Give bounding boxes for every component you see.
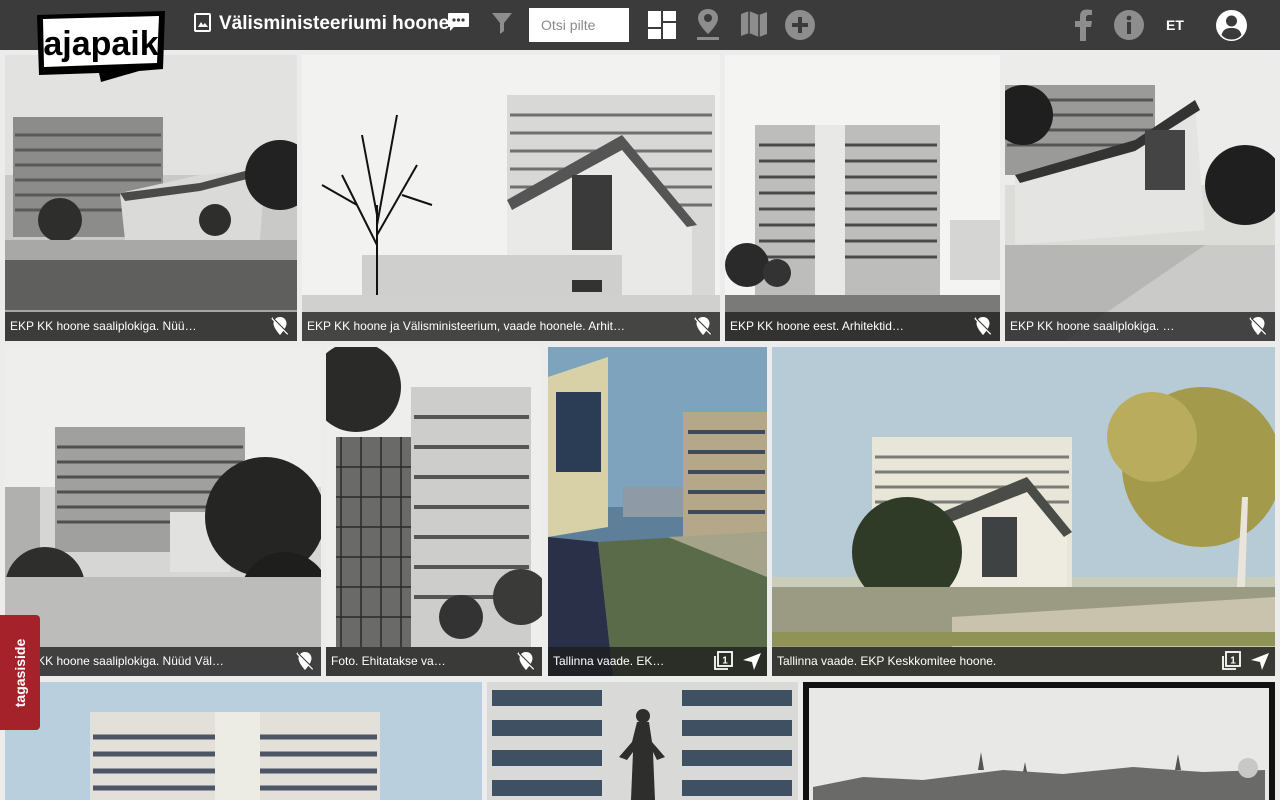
album-title[interactable]: Välisministeeriumi hoone (219, 13, 449, 35)
top-navbar: Välisministeeriumi hoone ET (0, 0, 1280, 50)
no-location-icon (694, 317, 713, 335)
photo-card[interactable]: Tallinna vaade. EK… 1 (548, 347, 767, 676)
no-location-icon (517, 652, 536, 670)
photo-thumbnail[interactable] (803, 682, 1275, 800)
photo-card[interactable]: Tallinna vaade. EKP Keskkomitee hoone. 1 (772, 347, 1275, 676)
photo-caption: Tallinna vaade. EK… (548, 647, 767, 676)
direction-icon (1251, 653, 1269, 670)
photo-caption: Tallinna vaade. EKP Keskkomitee hoone. (772, 647, 1275, 676)
language-selector[interactable]: ET (1166, 17, 1184, 33)
photo-thumbnail[interactable] (1005, 55, 1275, 341)
rephoto-count: 1 (722, 656, 728, 667)
photo-thumbnail[interactable] (302, 55, 720, 341)
photo-card[interactable]: EKP KK hoone saaliplokiga. Nüüd Väl… (5, 347, 321, 676)
gallery-icon[interactable] (647, 10, 677, 40)
ajapaik-logo[interactable]: ajapaik (35, 11, 167, 83)
album-icon (194, 13, 211, 32)
photo-caption: EKP KK hoone saaliplokiga. Nüü… (5, 312, 297, 341)
user-icon[interactable] (1215, 9, 1248, 42)
photo-caption: EKP KK hoone saaliplokiga. … (1005, 312, 1275, 341)
photo-card[interactable] (5, 682, 482, 800)
photo-thumbnail[interactable] (772, 347, 1275, 676)
photo-card[interactable]: Foto. Ehitatakse va… (326, 347, 542, 676)
no-location-icon (1249, 317, 1268, 335)
photo-card[interactable]: EKP KK hoone eest. Arhitektid… (725, 55, 1000, 341)
photo-card[interactable]: EKP KK hoone saaliplokiga. … (1005, 55, 1275, 341)
photo-caption: EKP KK hoone ja Välisministeerium, vaade… (302, 312, 720, 341)
photo-card[interactable]: EKP KK hoone saaliplokiga. Nüü… (5, 55, 297, 341)
photo-card[interactable] (487, 682, 798, 800)
photo-caption: EKP KK hoone saaliplokiga. Nüüd Väl… (5, 647, 321, 676)
photo-card[interactable]: EKP KK hoone ja Välisministeerium, vaade… (302, 55, 720, 341)
facebook-icon[interactable] (1073, 9, 1093, 41)
photo-thumbnail[interactable] (487, 682, 798, 800)
feedback-label: tagasiside (12, 638, 28, 707)
map-pin-icon[interactable] (696, 8, 720, 40)
add-icon[interactable] (784, 9, 816, 41)
search-input[interactable] (529, 8, 629, 42)
photo-card[interactable] (803, 682, 1275, 800)
rephoto-count-icon[interactable]: 1 (1221, 651, 1241, 671)
photo-thumbnail[interactable] (5, 347, 321, 676)
direction-icon (743, 653, 761, 670)
rephoto-count: 1 (1230, 656, 1236, 667)
logo-text: ajapaik (43, 25, 158, 63)
chat-icon[interactable] (447, 12, 470, 32)
photo-thumbnail[interactable] (548, 347, 767, 676)
map-icon[interactable] (740, 10, 768, 38)
feedback-tab[interactable]: tagasiside (0, 615, 40, 730)
filter-icon[interactable] (491, 11, 513, 35)
rephoto-count-icon[interactable]: 1 (713, 651, 733, 671)
photo-caption: EKP KK hoone eest. Arhitektid… (725, 312, 1000, 341)
photo-thumbnail[interactable] (326, 347, 542, 676)
photo-thumbnail[interactable] (725, 55, 1000, 341)
no-location-icon (271, 317, 290, 335)
photo-thumbnail[interactable] (5, 682, 482, 800)
photo-caption: Foto. Ehitatakse va… (326, 647, 542, 676)
no-location-icon (974, 317, 993, 335)
photo-thumbnail[interactable] (5, 55, 297, 341)
info-icon[interactable] (1113, 9, 1145, 41)
no-location-icon (296, 652, 315, 670)
